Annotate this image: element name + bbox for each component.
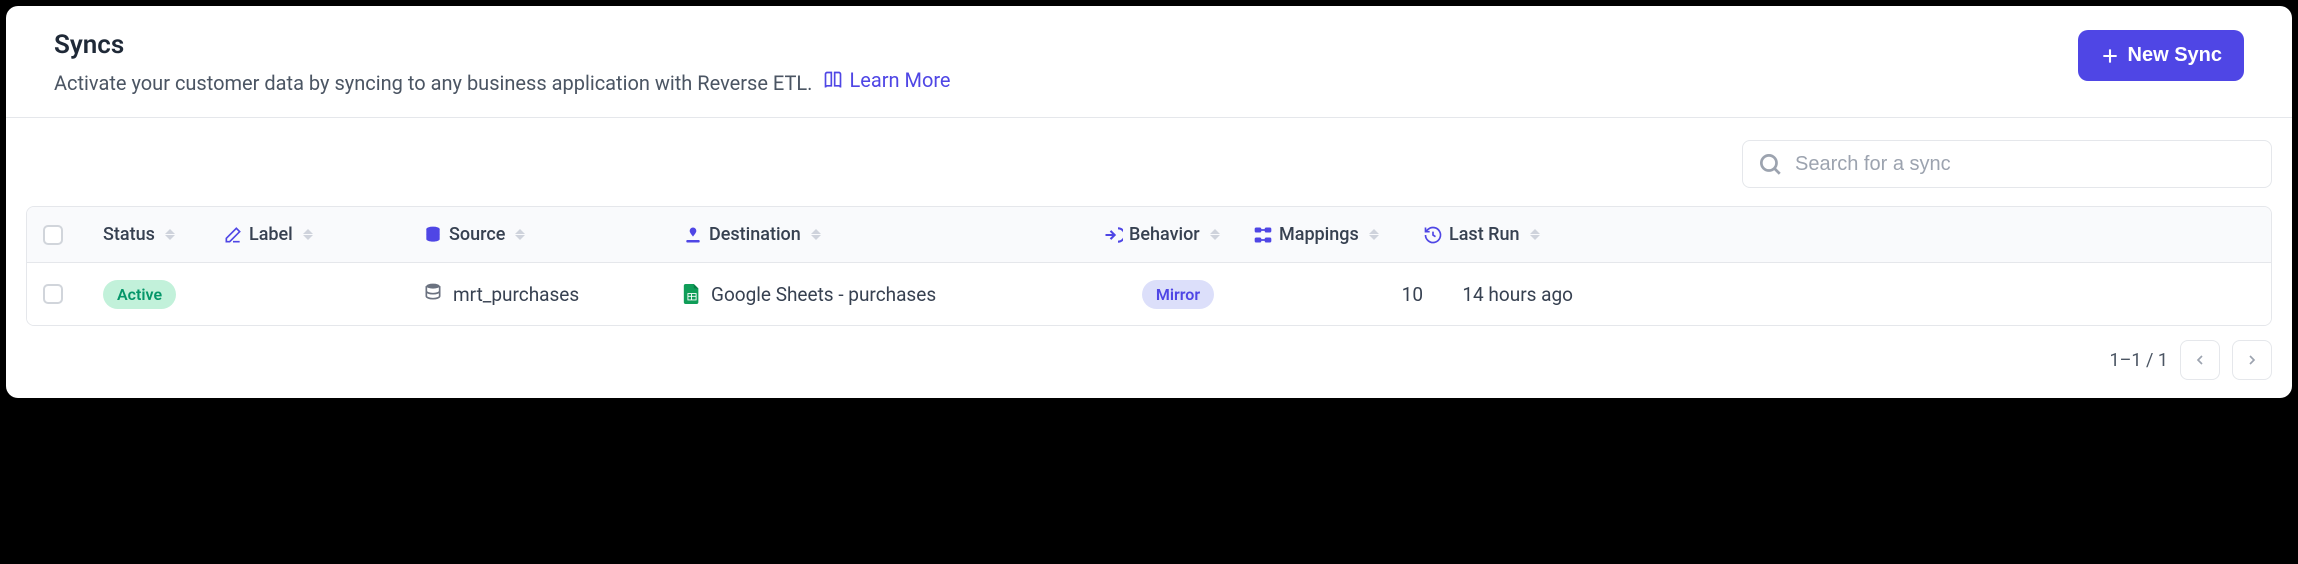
col-last-run-label: Last Run	[1449, 224, 1520, 245]
source-cell: mrt_purchases	[423, 282, 683, 307]
sort-icon	[1210, 229, 1220, 240]
col-source[interactable]: Source	[423, 224, 683, 245]
sort-icon	[165, 229, 175, 240]
destination-text: Google Sheets - purchases	[711, 283, 936, 306]
table-row[interactable]: Active mrt_purchases Google Sheets - pur…	[27, 263, 2271, 325]
pagination-range: 1–1 / 1	[2109, 350, 2168, 371]
col-destination-label: Destination	[709, 224, 801, 245]
page-title: Syncs	[54, 30, 951, 60]
search-box[interactable]	[1742, 140, 2272, 188]
sort-icon	[1369, 229, 1379, 240]
row-select-cell	[43, 284, 103, 304]
arrow-in-icon	[1103, 225, 1123, 245]
subtitle-text: Activate your customer data by syncing t…	[54, 71, 812, 95]
learn-more-link[interactable]: Learn More	[823, 66, 950, 94]
search-input[interactable]	[1795, 153, 2257, 176]
toolbar	[6, 118, 2292, 206]
mappings-icon	[1253, 225, 1273, 245]
behavior-badge: Mirror	[1142, 280, 1214, 309]
col-source-label: Source	[449, 224, 505, 245]
destination-cell: Google Sheets - purchases	[683, 283, 1103, 306]
destination-icon	[683, 225, 703, 245]
plus-icon	[2100, 46, 2120, 66]
next-page-button[interactable]	[2232, 340, 2272, 380]
col-destination[interactable]: Destination	[683, 224, 1103, 245]
header-text: Syncs Activate your customer data by syn…	[54, 30, 951, 97]
database-icon	[423, 282, 443, 307]
col-mappings[interactable]: Mappings	[1253, 224, 1423, 245]
select-all-cell	[43, 225, 103, 245]
page-subtitle: Activate your customer data by syncing t…	[54, 66, 951, 97]
book-icon	[823, 70, 843, 90]
syncs-page: Syncs Activate your customer data by syn…	[6, 6, 2292, 398]
new-sync-button[interactable]: New Sync	[2078, 30, 2244, 81]
sort-icon	[811, 229, 821, 240]
pagination: 1–1 / 1	[6, 326, 2292, 398]
col-last-run[interactable]: Last Run	[1423, 224, 1573, 245]
page-header: Syncs Activate your customer data by syn…	[6, 6, 2292, 118]
chevron-left-icon	[2192, 352, 2208, 368]
col-label-label: Label	[249, 224, 293, 245]
col-mappings-label: Mappings	[1279, 224, 1359, 245]
google-sheets-icon	[683, 284, 701, 304]
source-text: mrt_purchases	[453, 283, 579, 306]
col-status[interactable]: Status	[103, 224, 223, 245]
search-icon	[1757, 151, 1783, 177]
database-icon	[423, 225, 443, 245]
prev-page-button[interactable]	[2180, 340, 2220, 380]
sort-icon	[303, 229, 313, 240]
syncs-table: Status Label Source Destination Behavior	[26, 206, 2272, 326]
behavior-cell: Mirror	[1103, 280, 1253, 309]
col-label[interactable]: Label	[223, 224, 423, 245]
col-behavior-label: Behavior	[1129, 224, 1200, 245]
mappings-cell: 10	[1253, 283, 1423, 306]
select-all-checkbox[interactable]	[43, 225, 63, 245]
status-badge: Active	[103, 280, 176, 309]
chevron-right-icon	[2244, 352, 2260, 368]
status-cell: Active	[103, 280, 223, 309]
edit-icon	[223, 225, 243, 245]
last-run-cell: 14 hours ago	[1423, 283, 1573, 306]
col-status-label: Status	[103, 224, 155, 245]
col-behavior[interactable]: Behavior	[1103, 224, 1253, 245]
learn-more-label: Learn More	[849, 66, 950, 94]
sort-icon	[1530, 229, 1540, 240]
history-icon	[1423, 225, 1443, 245]
row-checkbox[interactable]	[43, 284, 63, 304]
new-sync-label: New Sync	[2128, 44, 2222, 67]
table-header-row: Status Label Source Destination Behavior	[27, 207, 2271, 263]
sort-icon	[515, 229, 525, 240]
